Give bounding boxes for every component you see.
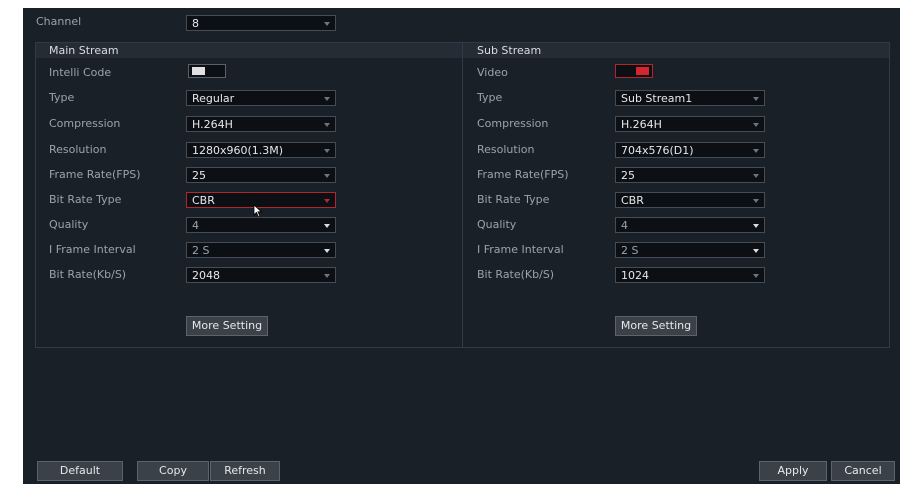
copy-button[interactable]: Copy — [137, 461, 209, 481]
chevron-down-icon — [324, 97, 330, 101]
chevron-down-icon — [753, 149, 759, 153]
sub-bit-rate-value: 1024 — [621, 269, 649, 282]
sub-more-setting-button[interactable]: More Setting — [615, 316, 697, 336]
main-bit-rate-type-label: Bit Rate Type — [49, 193, 122, 206]
sub-type-label: Type — [477, 91, 503, 104]
main-resolution-label: Resolution — [49, 143, 107, 156]
sub-type-value: Sub Stream1 — [621, 92, 693, 105]
video-toggle[interactable] — [615, 64, 653, 78]
toggle-knob — [192, 67, 205, 75]
chevron-down-icon — [753, 274, 759, 278]
main-bit-rate-label: Bit Rate(Kb/S) — [49, 268, 127, 281]
chevron-down-icon — [753, 174, 759, 178]
sub-quality-label: Quality — [477, 218, 517, 231]
chevron-down-icon — [753, 199, 759, 203]
sub-resolution-value: 704x576(D1) — [621, 144, 694, 157]
channel-select[interactable]: 8 — [186, 15, 336, 31]
video-label: Video — [477, 66, 508, 79]
main-type-select[interactable]: Regular — [186, 90, 336, 106]
chevron-down-icon — [753, 123, 759, 127]
sub-bit-rate-type-value: CBR — [621, 194, 644, 207]
main-quality-select[interactable]: 4 — [186, 217, 336, 233]
sub-quality-value: 4 — [621, 219, 628, 232]
sub-frame-rate-label: Frame Rate(FPS) — [477, 168, 569, 181]
encode-settings-panel: Channel 8 Main Stream Sub Stream Intelli… — [23, 8, 900, 484]
chevron-down-icon — [324, 224, 330, 228]
main-frame-rate-value: 25 — [192, 169, 206, 182]
main-iframe-interval-value: 2 S — [192, 244, 210, 257]
chevron-down-icon — [324, 22, 330, 26]
sub-iframe-interval-value: 2 S — [621, 244, 639, 257]
chevron-down-icon — [324, 199, 330, 203]
chevron-down-icon — [753, 224, 759, 228]
main-resolution-select[interactable]: 1280x960(1.3M) — [186, 142, 336, 158]
chevron-down-icon — [753, 97, 759, 101]
channel-label: Channel — [36, 15, 82, 28]
main-more-setting-button[interactable]: More Setting — [186, 316, 268, 336]
main-type-value: Regular — [192, 92, 235, 105]
main-quality-label: Quality — [49, 218, 89, 231]
sub-frame-rate-value: 25 — [621, 169, 635, 182]
main-compression-label: Compression — [49, 117, 121, 130]
main-frame-rate-select[interactable]: 25 — [186, 167, 336, 183]
main-bit-rate-select[interactable]: 2048 — [186, 267, 336, 283]
refresh-button[interactable]: Refresh — [210, 461, 280, 481]
chevron-down-icon — [753, 249, 759, 253]
main-frame-rate-label: Frame Rate(FPS) — [49, 168, 141, 181]
sub-compression-label: Compression — [477, 117, 549, 130]
sub-bit-rate-type-select[interactable]: CBR — [615, 192, 765, 208]
default-button[interactable]: Default — [37, 461, 123, 481]
chevron-down-icon — [324, 123, 330, 127]
main-compression-select[interactable]: H.264H — [186, 116, 336, 132]
sub-quality-select[interactable]: 4 — [615, 217, 765, 233]
sub-stream-title: Sub Stream — [477, 44, 542, 57]
sub-resolution-label: Resolution — [477, 143, 535, 156]
sub-bit-rate-label: Bit Rate(Kb/S) — [477, 268, 555, 281]
channel-value: 8 — [192, 17, 199, 30]
main-bit-rate-value: 2048 — [192, 269, 220, 282]
main-quality-value: 4 — [192, 219, 199, 232]
main-resolution-value: 1280x960(1.3M) — [192, 144, 284, 157]
main-stream-title: Main Stream — [49, 44, 119, 57]
intelli-code-label: Intelli Code — [49, 66, 112, 79]
mouse-cursor-icon — [253, 204, 263, 218]
chevron-down-icon — [324, 149, 330, 153]
sub-bit-rate-type-label: Bit Rate Type — [477, 193, 550, 206]
sub-iframe-interval-label: I Frame Interval — [477, 243, 564, 256]
chevron-down-icon — [324, 249, 330, 253]
apply-button[interactable]: Apply — [759, 461, 827, 481]
intelli-code-toggle[interactable] — [188, 64, 226, 78]
sub-compression-select[interactable]: H.264H — [615, 116, 765, 132]
main-iframe-interval-label: I Frame Interval — [49, 243, 136, 256]
chevron-down-icon — [324, 174, 330, 178]
main-compression-value: H.264H — [192, 118, 233, 131]
main-bit-rate-type-value: CBR — [192, 194, 215, 207]
sub-type-select[interactable]: Sub Stream1 — [615, 90, 765, 106]
sub-compression-value: H.264H — [621, 118, 662, 131]
chevron-down-icon — [324, 274, 330, 278]
sub-iframe-interval-select[interactable]: 2 S — [615, 242, 765, 258]
sub-frame-rate-select[interactable]: 25 — [615, 167, 765, 183]
toggle-knob — [636, 67, 649, 75]
main-type-label: Type — [49, 91, 75, 104]
cancel-button[interactable]: Cancel — [831, 461, 895, 481]
sub-bit-rate-select[interactable]: 1024 — [615, 267, 765, 283]
sub-resolution-select[interactable]: 704x576(D1) — [615, 142, 765, 158]
main-iframe-interval-select[interactable]: 2 S — [186, 242, 336, 258]
